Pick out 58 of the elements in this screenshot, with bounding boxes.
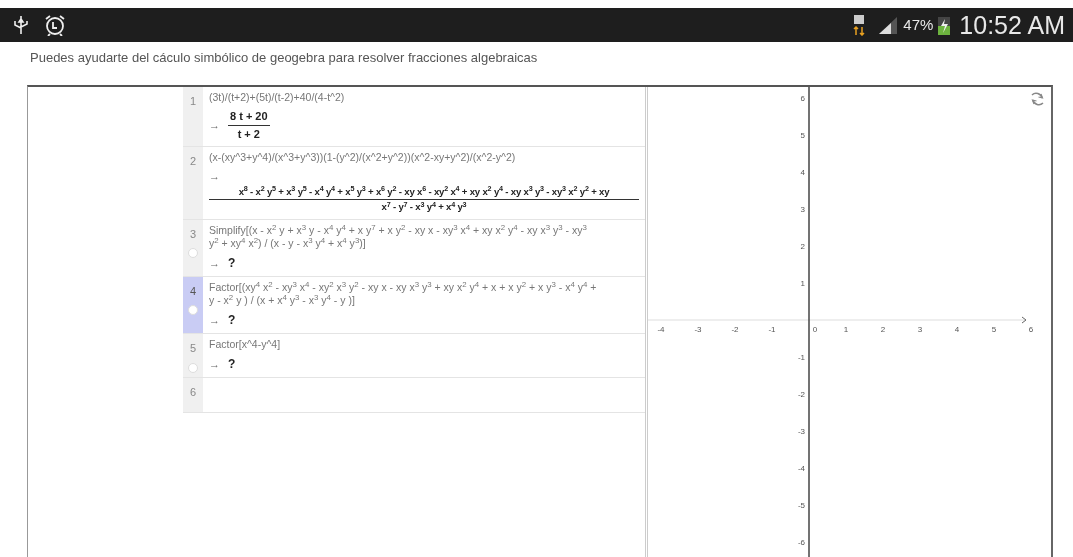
y-tick-label: -3 xyxy=(797,427,805,436)
x-tick-label: -1 xyxy=(768,325,776,334)
row-number[interactable]: 2 xyxy=(183,147,203,219)
visibility-toggle[interactable] xyxy=(188,305,198,316)
input-expression[interactable]: (3t)/(t+2)+(5t)/(t-2)+40/(4-t^2) xyxy=(209,91,639,105)
y-tick-label: -5 xyxy=(797,501,805,510)
row-number[interactable]: 3 xyxy=(183,219,203,276)
y-tick-label: 3 xyxy=(800,205,805,214)
y-tick-label: -6 xyxy=(797,538,805,547)
row-number[interactable]: 5 xyxy=(183,334,203,378)
refresh-icon[interactable] xyxy=(1031,92,1044,106)
y-tick-label: -2 xyxy=(797,390,805,399)
row-number[interactable]: 1 xyxy=(183,87,203,147)
x-tick-label: 1 xyxy=(843,325,849,334)
y-tick-label: -4 xyxy=(797,464,805,473)
result-arrow: → xyxy=(209,312,220,328)
result-arrow: → xyxy=(209,169,221,185)
visibility-toggle[interactable] xyxy=(188,362,198,373)
result-value: ? xyxy=(228,312,236,330)
input-expression[interactable]: Factor[(xy$^{4}$ x$^{2}$ - xy$^{3}$ x$^{4}$ - xy$^{2}$ x$^{3}$ y$^{2}$ - xy x - xy x$^{3}$ y$^{3}$ + xy x$^{2}$ y$^{4}$ + x + x y$^{2}$ + x y$^{3}$ - x$^{4}$ y$^{4}$ + xyxy=(209,280,639,294)
x-tick-label: 3 xyxy=(917,325,923,334)
y-tick-label: 4 xyxy=(800,168,805,177)
input-expression[interactable]: (x-(xy^3+y^4)/(x^3+y^3))(1-(y^2)/(x^2+y^2))(x^2-xy+y^2)/(x^2-y^2) xyxy=(209,151,639,165)
clock-time: 10:52 AM xyxy=(959,12,1065,38)
data-arrows-icon xyxy=(853,14,866,36)
input-expression[interactable]: Simplify[(x - x$^{2}$ y + x$^{3}$ y - x$^{4}$ y$^{4}$ + x y$^{7}$ + x y$^{2}$ - xy x - xy$^{3}$ x$^{4}$ + xy x$^{2}$ y$^{4}$ - xy x$^{3}$ y$^{3}$ - xy$^{3}$ xyxy=(209,223,639,237)
x-tick-label: 0 xyxy=(812,325,818,334)
result-value: ? xyxy=(228,254,236,272)
x-tick-label: 4 xyxy=(954,325,960,334)
result-arrow: → xyxy=(209,117,220,133)
usb-icon xyxy=(14,15,28,35)
result-fraction: x$^{8}$ - x$^{2}$ y$^{5}$ + x$^{3}$ y$^{5}$ - x$^{4}$ y$^{4}$ + x$^{5}$ y$^{3}$ + x$^{6}$ y$^{2}$ - xy x$^{6}$ - xy$^{2}$ x$^{4}$ + xy x$^{2}$ y$^{4}$ - xy x$^{3}$ y$^{3}$ - xy$^{3}$ x$^{2}$ y$^{2}$ + xy x$^{7}$ - y$^{7}$ - x$^{3}$ y$^{4}$ + x$^{4}$ y$^{3}$ xyxy=(209,184,639,215)
y-tick-label: -1 xyxy=(797,353,805,362)
y-tick-label: 5 xyxy=(800,131,805,140)
signal-icon xyxy=(877,15,900,35)
alarm-clock-icon xyxy=(44,14,66,36)
battery-percentage: 47% xyxy=(903,14,934,35)
result-arrow: → xyxy=(209,356,220,372)
row-number[interactable]: 4 xyxy=(183,276,203,334)
input-expression[interactable]: Factor[x^4-y^4] xyxy=(209,338,639,352)
result-fraction: 8 t + 20 t + 2 xyxy=(228,108,270,142)
result-value: ? xyxy=(228,356,236,374)
x-tick-label: 6 xyxy=(1028,325,1034,334)
battery-charging-icon xyxy=(937,14,952,36)
x-tick-label: 2 xyxy=(880,325,886,334)
x-tick-label: -4 xyxy=(657,325,665,334)
result-arrow: → xyxy=(209,255,220,271)
input-expression[interactable]: y$^{2}$ + xy$^{4}$ x$^{2}$) / (x - y - x$^{3}$ y$^{4}$ + x$^{4}$ y$^{3}$)] xyxy=(209,236,639,250)
y-tick-label: 2 xyxy=(800,242,805,251)
visibility-toggle[interactable] xyxy=(188,248,198,259)
x-tick-label: -3 xyxy=(694,325,702,334)
row-number[interactable]: 6 xyxy=(183,378,203,413)
input-expression[interactable]: y - x$^{2}$ y ) / (x + x$^{4}$ y$^{3}$ - x$^{3}$ y$^{4}$ - y )] xyxy=(209,293,639,308)
y-tick-label: 6 xyxy=(800,94,805,103)
x-tick-label: 5 xyxy=(991,325,997,334)
caption-text: Puedes ayudarte del cáculo simbólico de geogebra para resolver fracciones algebraicas xyxy=(30,50,538,65)
y-tick-label: 1 xyxy=(800,279,805,288)
x-tick-label: -2 xyxy=(731,325,739,334)
